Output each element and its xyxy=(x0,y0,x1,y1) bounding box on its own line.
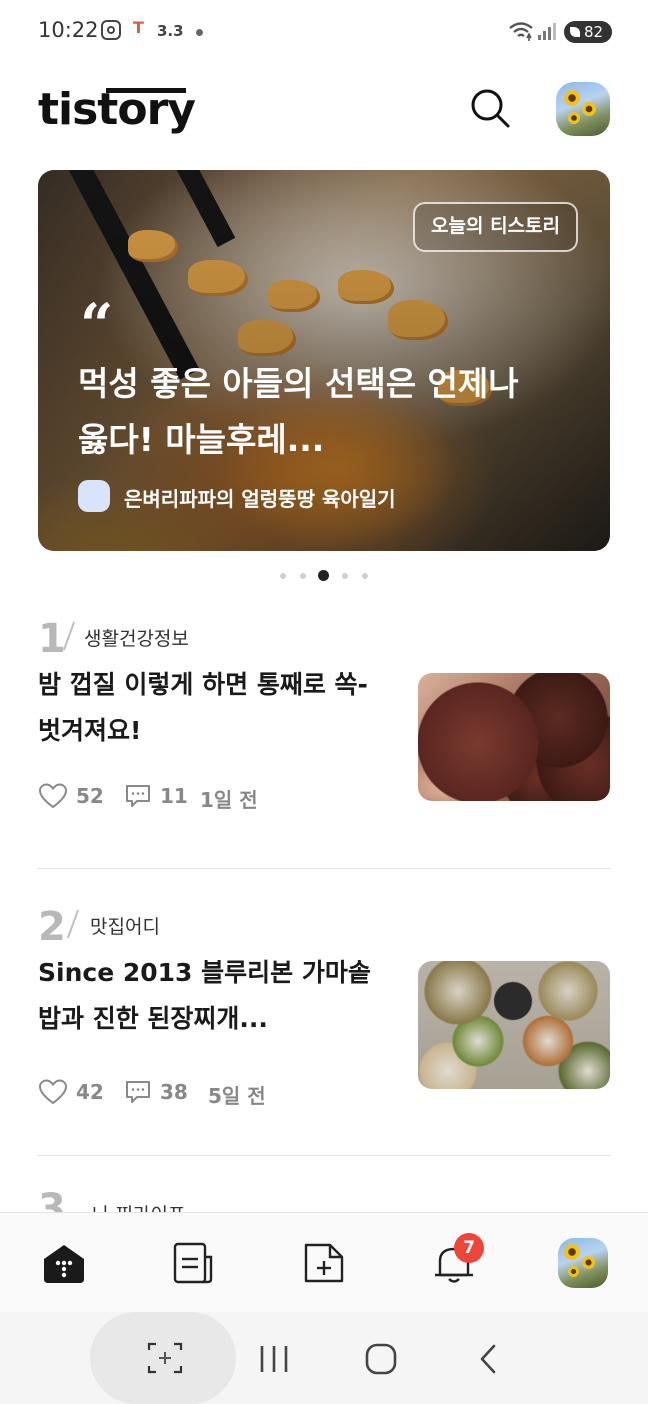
heart-icon[interactable] xyxy=(38,1078,68,1106)
today-tistory-tag[interactable]: 오늘의 티스토리 xyxy=(413,202,578,252)
post-title[interactable]: 밤 껍질 이렇게 하면 통째로 쏙- 벗겨져요! xyxy=(38,662,378,754)
comment-count: 38 xyxy=(160,1080,188,1104)
rank-divider xyxy=(66,910,80,938)
notification-value: 3.3 xyxy=(157,22,184,40)
pager-dot-active[interactable] xyxy=(318,570,329,581)
recent-apps-icon[interactable] xyxy=(256,1342,292,1376)
feed-item[interactable]: 1 생활건강정보 밤 껍질 이렇게 하면 통째로 쏙- 벗겨져요! 52 11 … xyxy=(38,616,610,836)
flower-decoration xyxy=(564,1244,580,1260)
flower-decoration xyxy=(582,102,596,116)
quote-icon: “ xyxy=(80,291,114,359)
capture-icon[interactable] xyxy=(146,1340,184,1376)
category-label[interactable]: 맛집어디 xyxy=(90,912,160,939)
search-icon[interactable] xyxy=(468,86,512,130)
battery-level: 82 xyxy=(584,23,604,41)
banner-title[interactable]: 먹성 좋은 아들의 선택은 언제나 옳다! 마늘후레... xyxy=(78,356,558,468)
heart-icon[interactable] xyxy=(38,782,68,810)
instagram-icon xyxy=(101,20,121,40)
post-thumbnail[interactable] xyxy=(418,961,610,1089)
divider xyxy=(38,868,610,869)
tistory-logo[interactable]: tistory xyxy=(38,84,196,135)
divider xyxy=(38,1155,610,1156)
pager-dot[interactable] xyxy=(280,573,286,579)
home-icon[interactable] xyxy=(40,1239,88,1287)
wifi-icon xyxy=(509,22,533,41)
back-icon[interactable] xyxy=(474,1342,504,1376)
notification-dot-icon xyxy=(196,29,203,36)
home-button-icon[interactable] xyxy=(364,1342,398,1376)
feed-item[interactable]: 2 맛집어디 Since 2013 블루리본 가마솥밥과 진한 된장찌개... … xyxy=(38,904,610,1124)
pager-dot[interactable] xyxy=(362,573,368,579)
banner-pager xyxy=(280,570,370,582)
signal-icon xyxy=(538,23,556,40)
pager-dot[interactable] xyxy=(342,573,348,579)
battery-indicator: 82 xyxy=(564,21,612,43)
post-time: 5일 전 xyxy=(208,1084,266,1108)
featured-banner[interactable]: 오늘의 티스토리 “ 먹성 좋은 아들의 선택은 언제나 옳다! 마늘후레...… xyxy=(38,170,610,551)
profile-avatar[interactable] xyxy=(556,82,610,136)
new-post-icon[interactable] xyxy=(300,1239,348,1287)
nav-profile-avatar[interactable] xyxy=(558,1238,608,1288)
flower-decoration xyxy=(582,1256,595,1269)
logo-bar xyxy=(106,88,186,93)
author-avatar xyxy=(78,480,110,512)
comment-count: 11 xyxy=(160,784,188,808)
rank-number: 2 xyxy=(38,904,66,950)
like-count: 42 xyxy=(76,1080,104,1104)
capture-pill[interactable] xyxy=(90,1312,236,1404)
flower-decoration xyxy=(568,112,580,124)
notification-t-icon: T xyxy=(133,18,144,37)
like-count: 52 xyxy=(76,784,104,808)
post-thumbnail[interactable] xyxy=(418,673,610,801)
status-time: 10:22 xyxy=(38,18,99,42)
bottom-nav xyxy=(0,1212,648,1313)
rank-number: 1 xyxy=(38,616,66,662)
comment-icon[interactable] xyxy=(124,782,152,810)
flower-decoration xyxy=(564,90,580,106)
notification-badge: 7 xyxy=(454,1233,484,1263)
flower-decoration xyxy=(568,1266,579,1277)
system-nav-bar xyxy=(0,1312,648,1404)
status-bar: 10:22 T 3.3 82 xyxy=(0,0,648,64)
post-time: 1일 전 xyxy=(200,788,258,812)
author-name: 은벼리파파의 얼렁뚱땅 육아일기 xyxy=(124,487,396,511)
pager-dot[interactable] xyxy=(300,573,306,579)
feed-icon[interactable] xyxy=(170,1239,218,1287)
post-title[interactable]: Since 2013 블루리본 가마솥밥과 진한 된장찌개... xyxy=(38,950,378,1042)
comment-icon[interactable] xyxy=(124,1078,152,1106)
category-label[interactable]: 생활건강정보 xyxy=(84,624,189,651)
battery-saver-icon xyxy=(570,27,580,37)
